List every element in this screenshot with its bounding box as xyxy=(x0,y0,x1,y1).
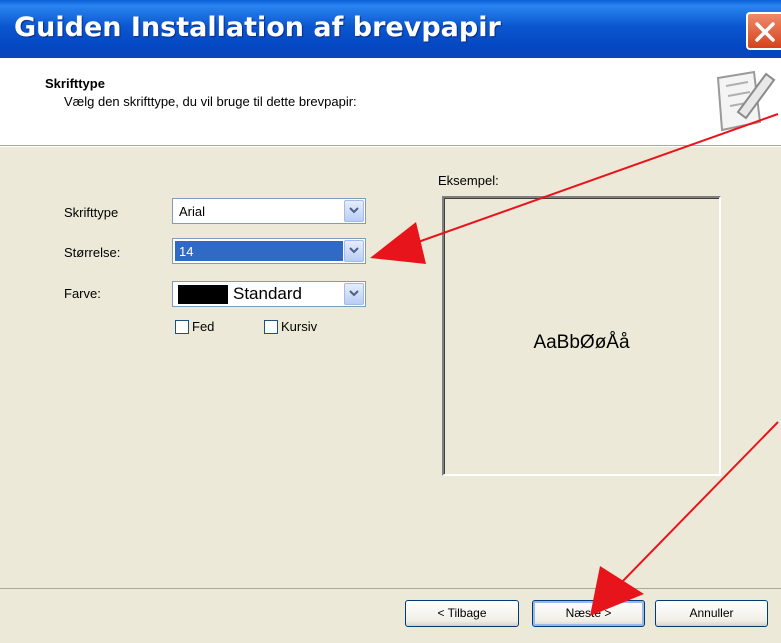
next-button[interactable]: Næste > xyxy=(532,600,645,627)
color-dropdown-button[interactable] xyxy=(344,283,364,305)
window-title: Guiden Installation af brevpapir xyxy=(14,12,501,43)
font-dropdown-button[interactable] xyxy=(344,200,364,222)
wizard-content: Skrifttype Arial Størrelse: 14 Farve: St… xyxy=(0,147,781,588)
preview-sample-text: AaBbØøÅå xyxy=(533,332,630,353)
back-button[interactable]: < Tilbage xyxy=(405,600,519,627)
size-selection-highlight xyxy=(175,241,343,261)
color-swatch xyxy=(178,285,228,304)
chevron-down-icon xyxy=(349,247,359,254)
font-label: Skrifttype xyxy=(64,205,119,220)
chevron-down-icon xyxy=(349,290,359,297)
wizard-footer: < Tilbage Næste > Annuller xyxy=(0,588,781,643)
color-combobox[interactable]: Standard xyxy=(172,281,366,307)
preview-box: AaBbØøÅå xyxy=(442,196,721,476)
size-dropdown-button[interactable] xyxy=(344,240,364,262)
close-button[interactable] xyxy=(746,12,781,50)
wizard-header: Skrifttype Vælg den skrifttype, du vil b… xyxy=(0,58,781,146)
stationery-wizard-icon xyxy=(716,70,776,132)
font-value: Arial xyxy=(179,204,206,219)
chevron-down-icon xyxy=(349,207,359,214)
bold-label: Fed xyxy=(192,319,215,334)
bold-checkbox[interactable] xyxy=(175,320,189,334)
title-bar: Guiden Installation af brevpapir xyxy=(0,0,781,58)
italic-label: Kursiv xyxy=(281,319,318,334)
close-icon xyxy=(755,22,775,42)
size-label: Størrelse: xyxy=(64,245,121,260)
page-title: Skrifttype xyxy=(45,76,105,91)
preview-label: Eksempel: xyxy=(438,173,499,188)
font-combobox[interactable]: Arial xyxy=(172,198,366,224)
size-combobox[interactable]: 14 xyxy=(172,238,366,264)
size-value: 14 xyxy=(179,244,194,259)
cancel-button[interactable]: Annuller xyxy=(655,600,768,627)
color-label: Farve: xyxy=(64,286,101,301)
italic-checkbox[interactable] xyxy=(264,320,278,334)
page-subtitle: Vælg den skrifttype, du vil bruge til de… xyxy=(64,94,357,109)
color-value: Standard xyxy=(233,284,302,303)
